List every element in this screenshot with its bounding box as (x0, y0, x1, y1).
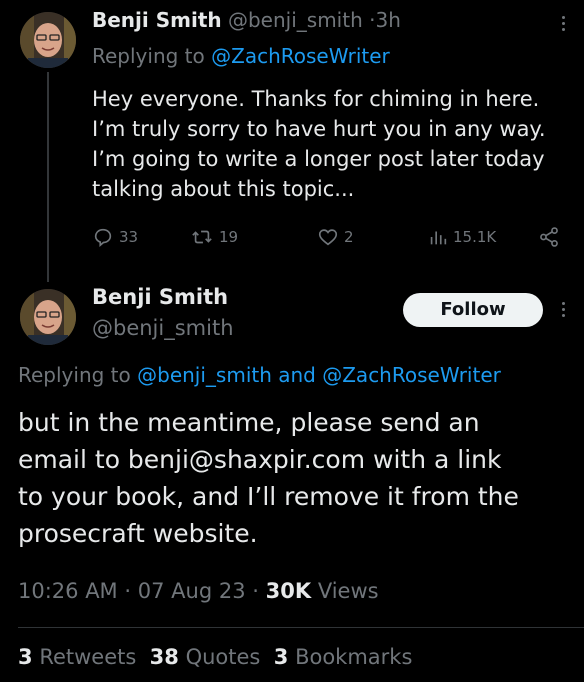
tweet-text-line: I’m truly sorry to have hurt you in any … (92, 117, 546, 141)
tweet-actions-bar: 33 19 2 15.1K (92, 226, 566, 256)
retweets-count: 3 (18, 645, 33, 669)
views-button[interactable]: 15.1K (428, 226, 496, 248)
author-name[interactable]: Benji Smith (92, 8, 222, 32)
like-count: 2 (344, 228, 354, 246)
bookmarks-stat[interactable]: 3 Bookmarks (274, 645, 413, 669)
tweet-text-line: but in the meantime, please send an (18, 408, 480, 437)
view-count: 15.1K (453, 228, 497, 246)
replying-to-line: Replying to @benji_smith and @ZachRoseWr… (18, 363, 501, 387)
tweet-time[interactable]: 3h (375, 8, 400, 32)
quotes-stat[interactable]: 38 Quotes (150, 645, 261, 669)
tweet-text-line: to your book, and I’ll remove it from th… (18, 482, 519, 511)
tweet-text: but in the meantime, please send an emai… (18, 404, 578, 552)
separator-dot: · (124, 579, 132, 603)
more-options-icon[interactable] (554, 302, 572, 317)
bookmarks-count: 3 (273, 645, 289, 669)
views-count: 30K (265, 579, 312, 603)
tweet-text-line: Hey everyone. Thanks for chiming in here… (92, 87, 540, 111)
avatar[interactable] (20, 12, 76, 68)
replying-prefix: Replying to (92, 44, 205, 68)
thread-connector-line (47, 72, 49, 282)
replying-to-link[interactable]: @ZachRoseWriter (211, 44, 390, 68)
author-name[interactable]: Benji Smith (92, 285, 228, 309)
heart-icon (318, 229, 338, 246)
tweet-text: Hey everyone. Thanks for chiming in here… (92, 84, 582, 204)
follow-button[interactable]: Follow (403, 293, 543, 327)
like-button[interactable]: 2 (317, 226, 354, 248)
reply-button[interactable]: 33 (92, 226, 138, 248)
tweet-metadata: 10:26 AM · 07 Aug 23 · 30K Views (18, 579, 379, 603)
tweet-timestamp[interactable]: 10:26 AM (18, 579, 118, 603)
reply-count: 33 (119, 228, 139, 246)
share-button[interactable] (538, 226, 560, 248)
retweet-icon (192, 230, 212, 244)
reply-icon (94, 228, 112, 248)
avatar[interactable] (20, 289, 76, 345)
tweet-text-line: talking about this topic... (92, 177, 355, 201)
quotes-label: Quotes (185, 645, 261, 669)
retweets-stat[interactable]: 3 Retweets (18, 645, 136, 669)
share-icon (540, 227, 558, 247)
analytics-bars-icon (430, 231, 447, 245)
author-handle[interactable]: @benji_smith (228, 8, 363, 32)
retweet-button[interactable]: 19 (190, 226, 238, 248)
replying-prefix: Replying to (18, 363, 131, 387)
tweet-date[interactable]: 07 Aug 23 (138, 579, 246, 603)
quotes-count: 38 (149, 645, 179, 669)
tweet-text-line: I’m going to write a longer post later t… (92, 147, 545, 171)
engagement-stats: 3 Retweets 38 Quotes 3 Bookmarks (18, 645, 412, 669)
tweet-text-line: prosecraft website. (18, 519, 258, 548)
separator-dot: · (252, 579, 259, 603)
views-label: Views (317, 579, 379, 603)
replying-to-link[interactable]: @benji_smith and @ZachRoseWriter (137, 363, 501, 387)
divider (18, 627, 584, 628)
replying-to-line: Replying to @ZachRoseWriter (92, 44, 390, 68)
tweet-text-line: email to benji@shaxpir.com with a link (18, 445, 502, 474)
retweet-count: 19 (219, 228, 239, 246)
bookmarks-label: Bookmarks (295, 645, 413, 669)
retweets-label: Retweets (39, 645, 137, 669)
more-options-icon[interactable] (554, 16, 572, 31)
tweet1-header: Benji Smith @benji_smith ·3h (92, 8, 401, 32)
author-handle[interactable]: @benji_smith (92, 316, 234, 340)
